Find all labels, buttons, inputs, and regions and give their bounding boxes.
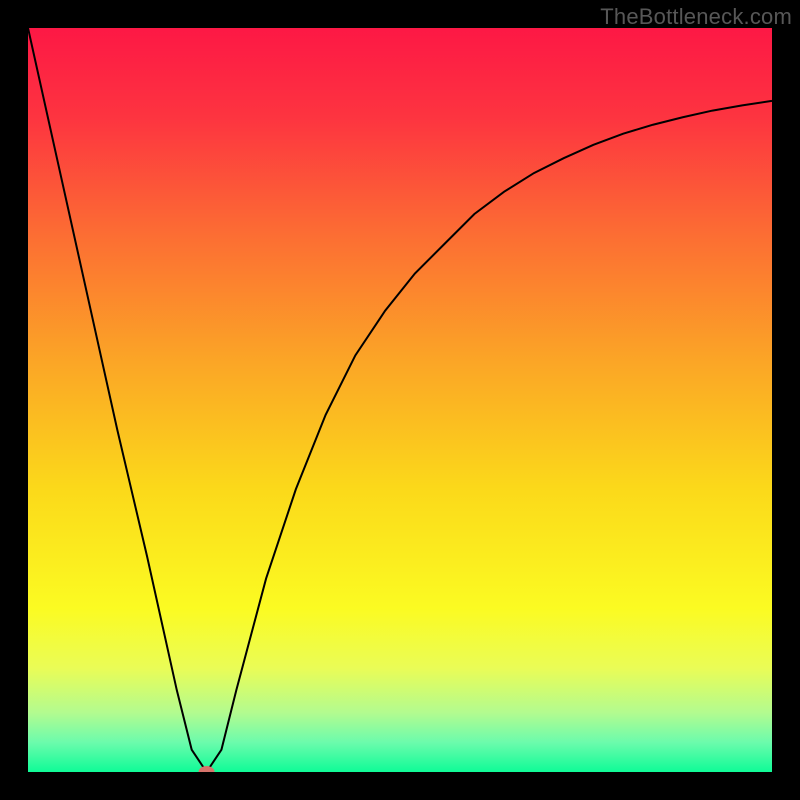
chart-background xyxy=(28,28,772,772)
chart-svg xyxy=(28,28,772,772)
chart-frame: TheBottleneck.com xyxy=(0,0,800,800)
attribution-label: TheBottleneck.com xyxy=(600,4,792,30)
chart-plot-area xyxy=(28,28,772,772)
